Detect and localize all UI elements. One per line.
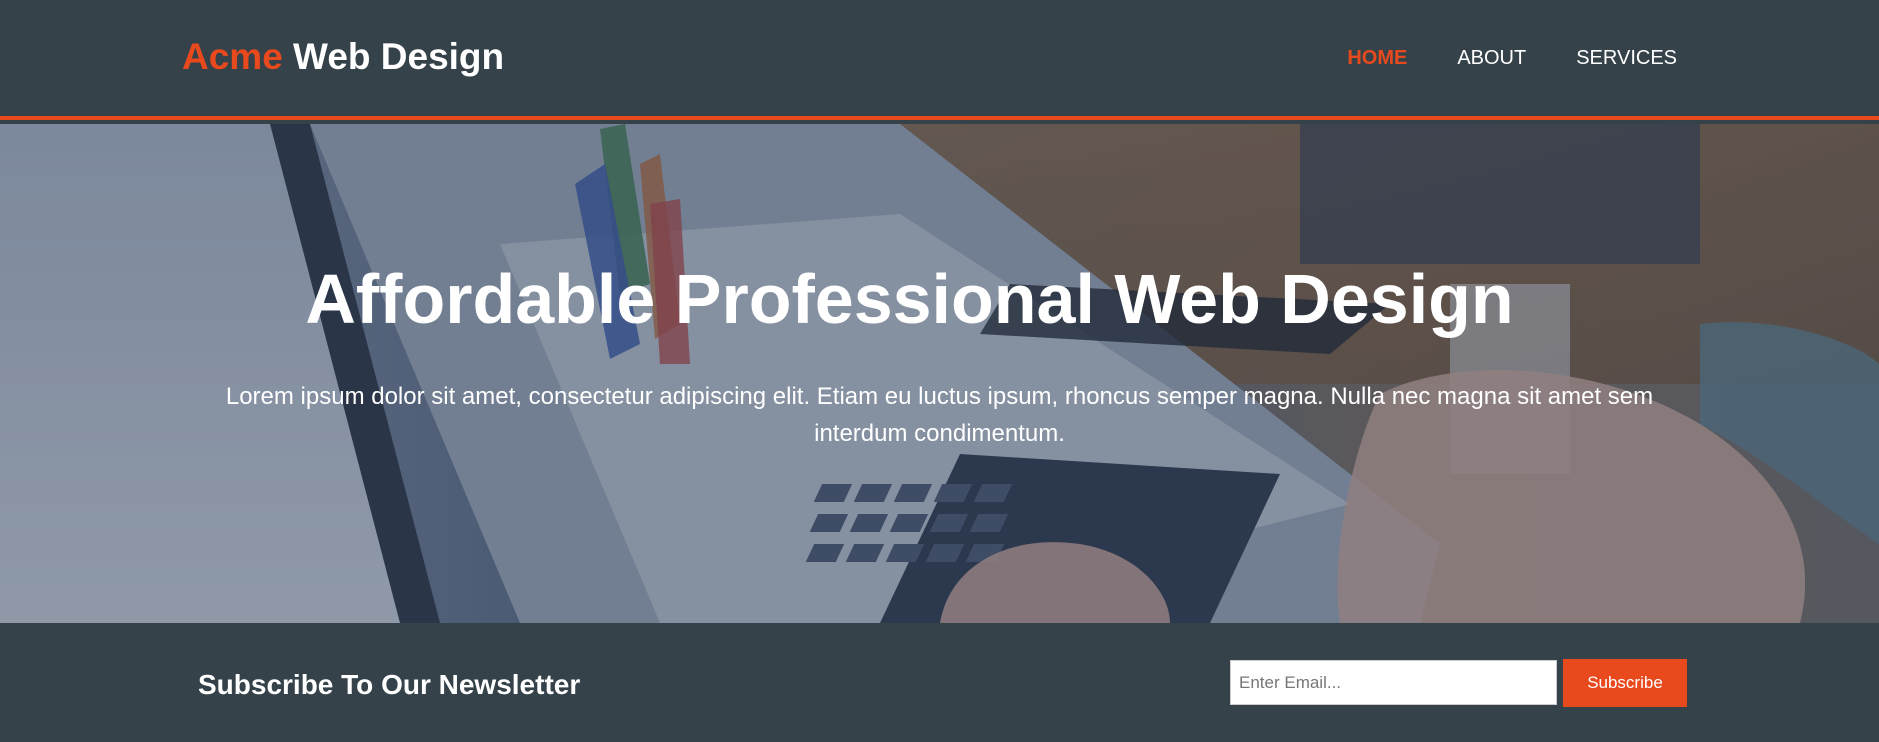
main-nav: HOME ABOUT SERVICES — [1347, 47, 1677, 70]
hero-title: Affordable Professional Web Design — [305, 260, 1514, 338]
nav-item-about: ABOUT — [1457, 47, 1526, 70]
nav-link-services[interactable]: SERVICES — [1576, 47, 1677, 69]
nav-link-home[interactable]: HOME — [1347, 47, 1407, 69]
newsletter-form: Subscribe — [1230, 659, 1687, 707]
hero-text: Lorem ipsum dolor sit amet, consectetur … — [225, 383, 1654, 447]
hero-overlay — [0, 124, 1879, 623]
email-input[interactable] — [1230, 660, 1557, 705]
showcase-hero: Affordable Professional Web Design Lorem… — [0, 124, 1879, 623]
newsletter-section: Subscribe To Our Newsletter Subscribe — [0, 623, 1879, 742]
brand-logo[interactable]: Acme Web Design — [182, 36, 504, 78]
site-header: Acme Web Design HOME ABOUT SERVICES — [0, 0, 1879, 120]
subscribe-button[interactable]: Subscribe — [1563, 659, 1687, 707]
brand-highlight: Acme — [182, 36, 283, 77]
nav-link-about[interactable]: ABOUT — [1457, 47, 1526, 69]
nav-item-services: SERVICES — [1576, 47, 1677, 70]
newsletter-title: Subscribe To Our Newsletter — [198, 669, 581, 700]
brand-name: Web Design — [282, 36, 505, 77]
nav-item-home: HOME — [1347, 47, 1407, 70]
